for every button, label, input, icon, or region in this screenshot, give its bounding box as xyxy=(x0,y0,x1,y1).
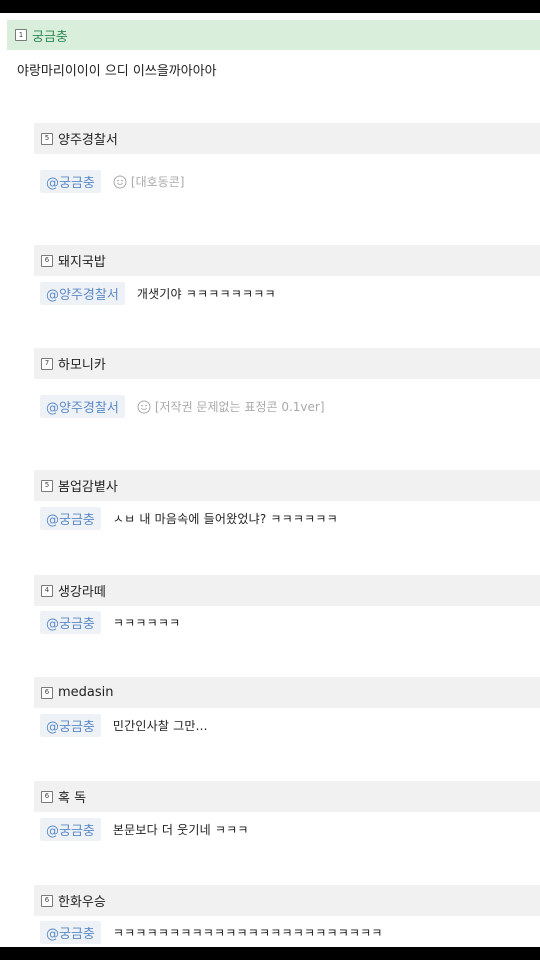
reply-text: ㅋㅋㅋㅋㅋㅋ xyxy=(112,616,181,630)
original-comment-author[interactable]: 궁금충 xyxy=(32,26,68,45)
reply-text: ㅅㅂ 내 마음속에 들어왔었냐? ㅋㅋㅋㅋㅋㅋ xyxy=(112,512,338,526)
reply-author[interactable]: 하모니카 xyxy=(58,354,106,373)
level-badge-icon: 6 xyxy=(41,686,53,699)
reply-author[interactable]: medasin xyxy=(58,685,114,700)
reply-body: @궁금충 민간인사찰 그만... xyxy=(40,714,208,737)
reply-author[interactable]: 생강라떼 xyxy=(58,581,106,600)
reply-author[interactable]: 혹 독 xyxy=(58,787,86,806)
mention-tag[interactable]: @궁금충 xyxy=(40,921,101,944)
original-comment-text: 야랑마리이이이 으디 이쓰을까아아아 xyxy=(17,64,217,79)
emoticon-placeholder: [저작권 문제없는 표정콘 0.1ver] xyxy=(137,398,325,415)
emoticon-placeholder: [대호동콘] xyxy=(113,173,185,190)
mention-tag[interactable]: @양주경찰서 xyxy=(40,282,125,305)
mention-tag[interactable]: @궁금충 xyxy=(40,507,101,530)
reply-text: 개샛기야 ㅋㅋㅋㅋㅋㅋㅋㅋ xyxy=(136,287,276,301)
level-badge-icon: 5 xyxy=(41,132,53,145)
reply-header: 6 혹 독 xyxy=(34,781,540,812)
emoticon-label: [저작권 문제없는 표정콘 0.1ver] xyxy=(154,400,325,414)
level-badge-icon: 4 xyxy=(41,584,53,597)
level-badge-icon: 1 xyxy=(15,29,27,41)
reply-body: @양주경찰서 [저작권 문제없는 표정콘 0.1ver] xyxy=(40,395,325,418)
reply-header: 5 양주경찰서 xyxy=(34,123,540,154)
mention-tag[interactable]: @궁금충 xyxy=(40,170,101,193)
reply-text: 본문보다 더 웃기네 ㅋㅋㅋ xyxy=(112,823,249,837)
smile-icon xyxy=(137,400,151,413)
emoticon-label: [대호동콘] xyxy=(130,175,185,189)
level-badge-icon: 6 xyxy=(41,894,53,907)
reply-header: 4 생강라떼 xyxy=(34,575,540,606)
reply-header: 5 봄업감볕사 xyxy=(34,470,540,501)
mention-tag[interactable]: @궁금충 xyxy=(40,714,101,737)
top-black-bar xyxy=(0,0,540,13)
reply-author[interactable]: 봄업감볕사 xyxy=(58,476,118,495)
level-badge-icon: 7 xyxy=(41,357,53,370)
reply-body: @양주경찰서 개샛기야 ㅋㅋㅋㅋㅋㅋㅋㅋ xyxy=(40,282,276,305)
reply-body: @궁금충 ㅋㅋㅋㅋㅋㅋㅋㅋㅋㅋㅋㅋㅋㅋㅋㅋㅋㅋㅋㅋㅋㅋㅋㅋ xyxy=(40,921,383,944)
bottom-black-bar xyxy=(0,947,540,960)
reply-body: @궁금충 [대호동콘] xyxy=(40,170,184,193)
reply-body: @궁금충 본문보다 더 웃기네 ㅋㅋㅋ xyxy=(40,818,249,841)
mention-tag[interactable]: @궁금충 xyxy=(40,818,101,841)
reply-body: @궁금충 ㅅㅂ 내 마음속에 들어왔었냐? ㅋㅋㅋㅋㅋㅋ xyxy=(40,507,338,530)
reply-author[interactable]: 양주경찰서 xyxy=(58,129,118,148)
reply-body: @궁금충 ㅋㅋㅋㅋㅋㅋ xyxy=(40,611,180,634)
reply-header: 6 돼지국밥 xyxy=(34,245,540,276)
level-badge-icon: 5 xyxy=(41,479,53,492)
level-badge-icon: 6 xyxy=(41,254,53,267)
mention-tag[interactable]: @양주경찰서 xyxy=(40,395,125,418)
reply-text: 민간인사찰 그만... xyxy=(112,719,208,733)
reply-header: 6 한화우승 xyxy=(34,885,540,916)
mention-tag[interactable]: @궁금충 xyxy=(40,611,101,634)
reply-header: 7 하모니카 xyxy=(34,348,540,379)
reply-author[interactable]: 돼지국밥 xyxy=(58,251,106,270)
reply-header: 6 medasin xyxy=(34,677,540,708)
reply-author[interactable]: 한화우승 xyxy=(58,891,106,910)
smile-icon xyxy=(113,175,127,188)
reply-text: ㅋㅋㅋㅋㅋㅋㅋㅋㅋㅋㅋㅋㅋㅋㅋㅋㅋㅋㅋㅋㅋㅋㅋㅋ xyxy=(112,926,383,940)
original-comment-header: 1 궁금충 xyxy=(7,20,540,50)
level-badge-icon: 6 xyxy=(41,790,53,803)
